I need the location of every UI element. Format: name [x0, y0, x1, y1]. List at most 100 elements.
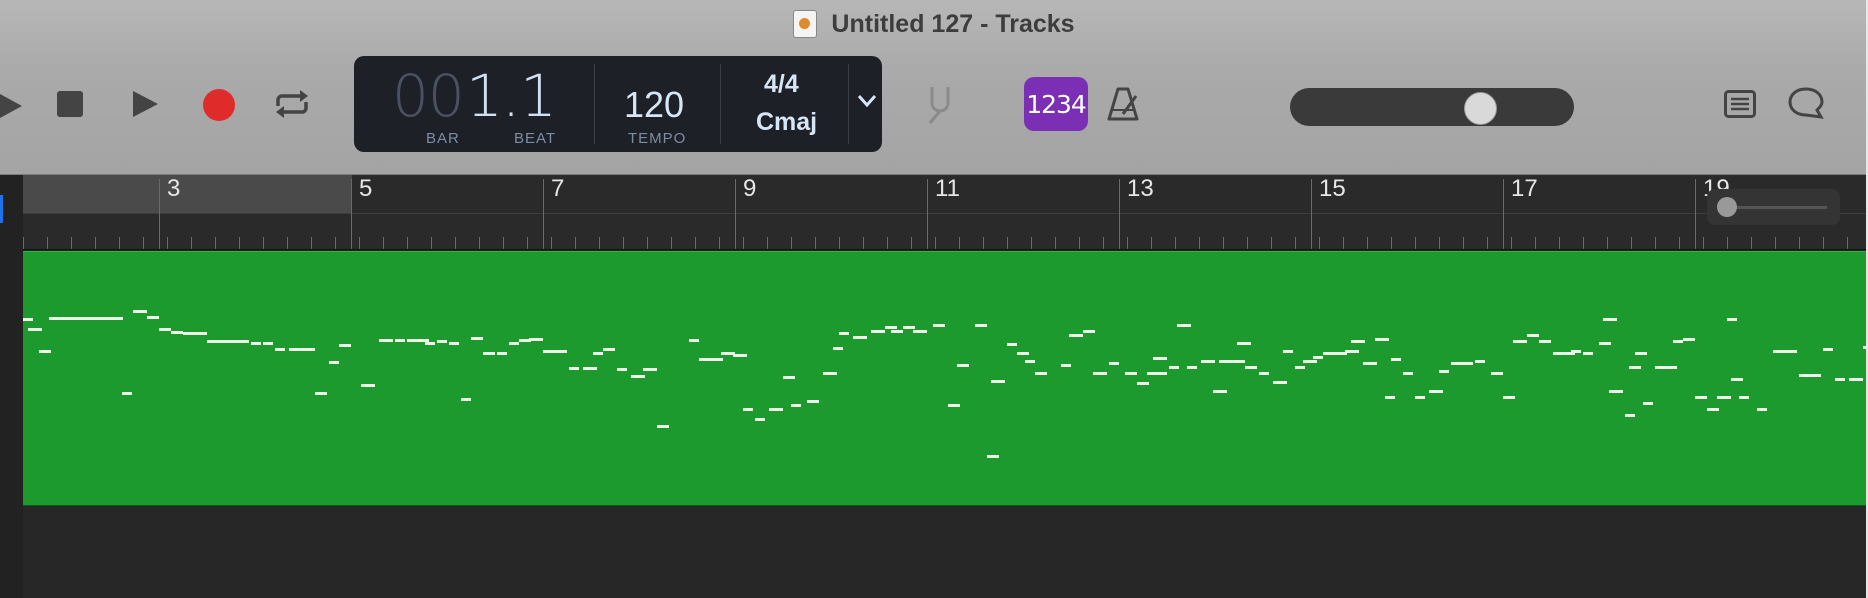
ruler-tick — [503, 237, 504, 249]
play-icon — [133, 91, 158, 117]
midi-note — [1527, 334, 1539, 337]
midi-note — [39, 350, 51, 353]
ruler-bar-number: 11 — [935, 175, 960, 202]
rewind-button[interactable] — [0, 86, 24, 126]
notes-button[interactable] — [1786, 84, 1826, 122]
ruler-tick — [1103, 237, 1104, 249]
master-volume-slider[interactable] — [1290, 88, 1574, 126]
midi-note — [913, 330, 927, 333]
midi-note — [1643, 402, 1653, 405]
beat-value: 1 — [520, 62, 557, 130]
zoom-knob[interactable] — [1717, 197, 1737, 217]
ruler-bar-line — [1119, 179, 1120, 249]
record-button[interactable] — [200, 86, 238, 124]
ruler-tick — [1463, 237, 1464, 249]
midi-note — [407, 339, 417, 342]
ruler-bar-line — [543, 179, 544, 249]
stop-icon — [57, 91, 83, 117]
record-icon — [203, 89, 235, 121]
ruler-tick — [1847, 237, 1848, 249]
ruler-tick — [551, 237, 552, 249]
time-signature[interactable]: 4/4 — [764, 70, 799, 99]
ruler-tick — [839, 237, 840, 249]
midi-note — [1571, 350, 1581, 353]
midi-note — [529, 338, 543, 341]
midi-note — [263, 342, 273, 345]
cycle-area[interactable] — [23, 175, 352, 213]
midi-note — [871, 330, 885, 333]
ruler-tick — [167, 237, 168, 249]
ruler-bar-number: 13 — [1127, 175, 1154, 202]
midi-note — [699, 358, 711, 361]
midi-note — [1313, 356, 1323, 359]
master-volume-knob[interactable] — [1464, 92, 1497, 125]
midi-note — [823, 372, 837, 375]
ruler-tick — [1151, 237, 1152, 249]
ruler-tick — [743, 237, 744, 249]
metronome-button[interactable] — [1104, 84, 1142, 124]
ruler-tick — [1439, 237, 1440, 249]
midi-note — [195, 332, 207, 335]
cycle-icon — [276, 90, 308, 118]
midi-note — [1491, 372, 1503, 375]
tempo-value[interactable]: 120 — [624, 84, 684, 126]
midi-note — [933, 324, 945, 327]
title-bar: Untitled 127 - Tracks — [0, 6, 1868, 42]
midi-note — [1625, 414, 1635, 417]
midi-note — [1707, 408, 1719, 411]
ruler-bar-number: 9 — [743, 175, 757, 202]
list-editor-icon — [1724, 90, 1756, 118]
chevron-down-icon[interactable] — [857, 94, 877, 108]
midi-note — [1799, 374, 1809, 377]
midi-note — [301, 348, 315, 351]
ruler-tick — [1631, 237, 1632, 249]
midi-note — [1375, 338, 1389, 341]
cycle-button[interactable] — [270, 86, 314, 122]
midi-note — [49, 317, 63, 320]
ruler-tick — [767, 237, 768, 249]
speech-bubble-icon — [1788, 87, 1824, 119]
midi-note — [1201, 360, 1215, 363]
midi-note — [1727, 318, 1737, 321]
bar-value: 1. — [466, 62, 520, 130]
tuner-button[interactable] — [920, 84, 960, 126]
ruler-tick — [1511, 237, 1512, 249]
midi-note — [807, 400, 819, 403]
ruler-bar-line — [159, 179, 160, 249]
midi-note — [1609, 390, 1623, 393]
lcd-display[interactable]: 00 1. 1 BAR BEAT 120 TEMPO 4/4 Cmaj — [354, 56, 882, 152]
midi-note — [1213, 390, 1227, 393]
list-editors-button[interactable] — [1722, 86, 1758, 122]
play-button[interactable] — [128, 86, 162, 122]
ruler-divider — [23, 213, 1868, 214]
horizontal-zoom-slider[interactable] — [1707, 189, 1840, 225]
midi-note — [1603, 318, 1617, 321]
midi-note — [1137, 382, 1149, 385]
bar-leading-zeros: 00 — [392, 62, 465, 130]
midi-note — [617, 368, 627, 371]
beat-caption: BEAT — [514, 130, 557, 147]
ruler-tick — [407, 237, 408, 249]
track-header-strip — [0, 175, 24, 598]
midi-note — [1665, 366, 1677, 369]
ruler-tick — [455, 237, 456, 249]
midi-note — [957, 364, 969, 367]
logic-window: Untitled 127 - Tracks 00 1. 1 BAR BEAT 1… — [0, 0, 1868, 598]
empty-track-area[interactable] — [23, 506, 1866, 598]
stop-button[interactable] — [54, 88, 86, 120]
midi-note — [1295, 366, 1305, 369]
midi-note — [483, 352, 495, 355]
timeline-ruler[interactable]: 35791113151719 — [23, 175, 1868, 250]
count-in-button[interactable]: 1234 — [1024, 77, 1088, 131]
control-bar: Untitled 127 - Tracks 00 1. 1 BAR BEAT 1… — [0, 0, 1868, 175]
midi-region[interactable] — [23, 251, 1868, 507]
ruler-tick — [599, 237, 600, 249]
key-signature[interactable]: Cmaj — [756, 108, 817, 137]
midi-note — [593, 352, 603, 355]
ruler-tick — [239, 237, 240, 249]
midi-note — [1503, 396, 1515, 399]
midi-note — [1363, 362, 1377, 365]
midi-note — [987, 455, 999, 458]
midi-note — [1757, 408, 1767, 411]
midi-note — [1635, 352, 1647, 355]
